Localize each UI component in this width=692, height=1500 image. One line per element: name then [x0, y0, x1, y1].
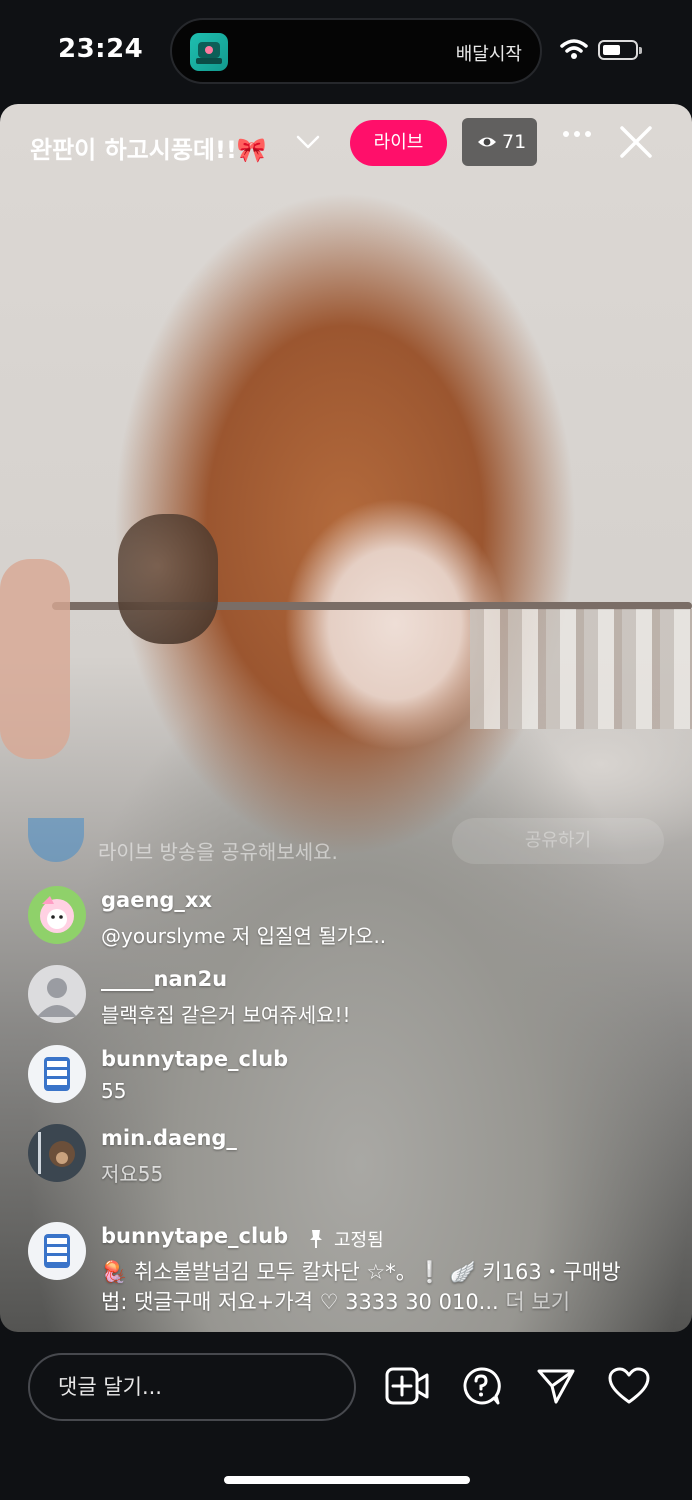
- comment-input[interactable]: [28, 1353, 356, 1421]
- status-bar: 23:24 배달시작: [0, 0, 692, 104]
- comment-username[interactable]: bunnytape_club: [101, 1047, 288, 1071]
- send-icon[interactable]: [536, 1366, 576, 1406]
- pinned-text-line-2-body: 법: 댓글구매 저요+가격 ♡ 3333 30 010...: [101, 1290, 499, 1314]
- avatar[interactable]: [28, 1222, 86, 1280]
- pinned-text-line-1: 🪼 취소불발넘김 모두 칼차단 ☆*。❕ 🪽 키163・구매방: [101, 1260, 621, 1284]
- viewer-count: 71: [502, 131, 527, 153]
- see-more-link[interactable]: 더 보기: [505, 1290, 570, 1314]
- comment-item: _____nan2u 블랙후집 같은거 보여쥬세요!!: [28, 965, 668, 1035]
- app-icon: [190, 33, 228, 71]
- home-indicator[interactable]: [224, 1476, 470, 1484]
- heart-icon[interactable]: [607, 1366, 651, 1406]
- bottom-bar: [0, 1332, 692, 1500]
- chevron-down-icon[interactable]: [295, 132, 321, 152]
- comment-item: gaeng_xx @yourslyme 저 입질연 될가오..: [28, 886, 668, 956]
- viewer-count-badge[interactable]: 71: [462, 118, 537, 166]
- hanging-clothes: [470, 609, 692, 729]
- comment-username[interactable]: min.daeng_: [101, 1126, 237, 1150]
- add-video-icon[interactable]: [385, 1366, 429, 1406]
- scrunchie: [118, 514, 218, 644]
- clock: 23:24: [58, 34, 144, 64]
- comment-text: @yourslyme 저 입질연 될가오..: [101, 924, 387, 948]
- live-header: 완판이 하고시풍데!!🎀 라이브 71: [0, 104, 692, 184]
- comment-text: 55: [101, 1079, 127, 1103]
- eye-icon: [478, 137, 496, 147]
- avatar[interactable]: [28, 886, 86, 944]
- share-prompt: 라이브 방송을 공유해보세요. 공유하기: [0, 818, 692, 868]
- comment-username[interactable]: bunnytape_club: [101, 1224, 288, 1248]
- more-icon[interactable]: [562, 130, 592, 138]
- comment-item: bunnytape_club 55: [28, 1045, 668, 1115]
- share-illustration-icon: [28, 818, 84, 862]
- share-button[interactable]: 공유하기: [452, 818, 664, 864]
- close-icon[interactable]: [618, 124, 654, 160]
- pinned-text-line-2: 법: 댓글구매 저요+가격 ♡ 3333 30 010... 더 보기: [101, 1286, 570, 1316]
- avatar[interactable]: [28, 1045, 86, 1103]
- dynamic-island[interactable]: 배달시작: [170, 18, 542, 84]
- live-activity-text: 배달시작: [455, 44, 522, 65]
- avatar[interactable]: [28, 965, 86, 1023]
- battery-icon: [598, 40, 642, 60]
- live-title[interactable]: 완판이 하고시풍데!!🎀: [30, 130, 267, 165]
- live-badge: 라이브: [350, 120, 447, 166]
- comment-username[interactable]: gaeng_xx: [101, 888, 212, 912]
- pinned-comment[interactable]: bunnytape_club 고정됨 🪼 취소불발넘김 모두 칼차단 ☆*。❕ …: [28, 1222, 668, 1322]
- share-prompt-text: 라이브 방송을 공유해보세요.: [98, 840, 338, 864]
- comment-item: min.daeng_ 저요55: [28, 1124, 668, 1194]
- pin-icon: [310, 1230, 322, 1248]
- comment-text: 저요55: [101, 1162, 164, 1186]
- avatar[interactable]: [28, 1124, 86, 1182]
- comment-text: 블랙후집 같은거 보여쥬세요!!: [101, 1003, 351, 1027]
- comment-username[interactable]: _____nan2u: [101, 967, 227, 991]
- hand: [0, 559, 70, 759]
- pinned-label: 고정됨: [334, 1230, 384, 1251]
- question-icon[interactable]: [461, 1366, 501, 1406]
- wifi-icon: [560, 39, 588, 59]
